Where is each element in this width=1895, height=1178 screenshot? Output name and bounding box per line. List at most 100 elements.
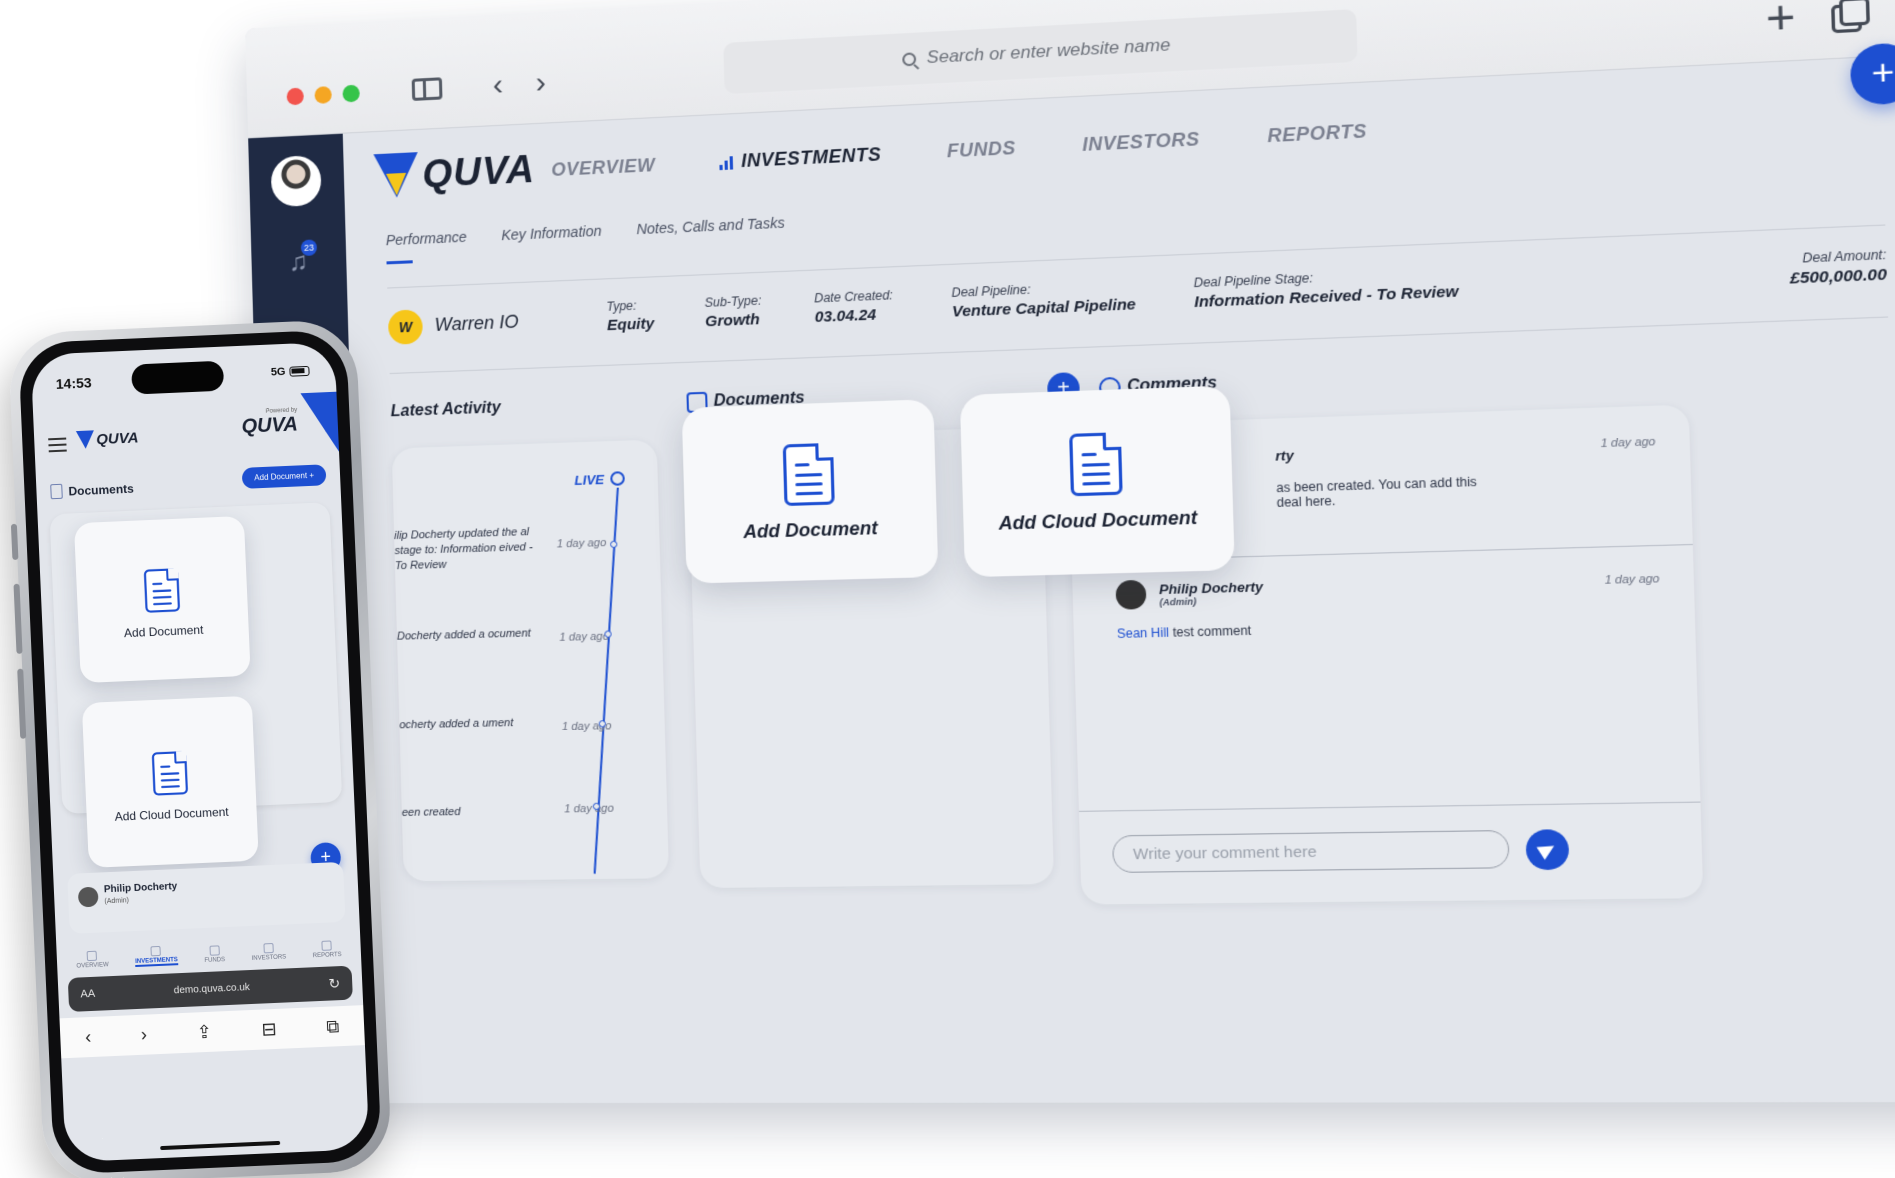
phone-documents-label: Documents — [68, 481, 134, 498]
safari-toolbar: ‹ › ⇪ ⊟ ⧉ — [59, 1005, 364, 1058]
activity-item: Docherty added a ocument 1 day ago — [397, 624, 631, 630]
deal-subtype-value: Growth — [705, 311, 762, 331]
phone: 14:53 5G QUVA Powered by QUVA Documents … — [8, 319, 393, 1178]
deal-pipeline-value: Venture Capital Pipeline — [952, 296, 1136, 321]
phone-tab-funds[interactable]: FUNDS — [204, 945, 225, 964]
nav-investors[interactable]: INVESTORS — [1082, 129, 1200, 157]
nav-investments-label: INVESTMENTS — [741, 144, 882, 172]
nav-overview[interactable]: OVERVIEW — [551, 155, 655, 181]
back-icon[interactable]: ‹ — [85, 1027, 92, 1048]
tab-key-information[interactable]: Key Information — [501, 223, 602, 244]
deal-amount-label: Deal Amount: — [1789, 247, 1886, 266]
nav-investments[interactable]: INVESTMENTS — [719, 144, 882, 173]
send-icon[interactable] — [1525, 829, 1569, 870]
comment-time: 1 day ago — [1600, 436, 1655, 451]
phone-tab-investments[interactable]: INVESTMENTS — [135, 945, 179, 967]
live-indicator — [610, 471, 625, 486]
network-label: 5G — [271, 366, 286, 379]
deal-amount: Deal Amount: £500,000.00 — [1789, 247, 1887, 288]
add-document-tile[interactable]: Add Document — [682, 399, 939, 584]
activity-text: ilip Docherty updated the al stage to: I… — [394, 524, 547, 574]
logo-mark — [373, 152, 419, 200]
phone-tab-investors[interactable]: INVESTORS — [251, 942, 286, 961]
tab-performance[interactable]: Performance — [386, 229, 467, 249]
comment-author-block: Philip Docherty (Admin) — [1159, 578, 1264, 607]
comment-mention[interactable]: Sean Hill — [1117, 625, 1169, 641]
phone-logo-text: QUVA — [96, 429, 139, 448]
phone-add-document-tile[interactable]: Add Document — [74, 516, 251, 683]
document-icon — [783, 442, 835, 505]
tabs-icon[interactable]: ⧉ — [326, 1016, 340, 1038]
text-size-button[interactable]: AA — [80, 988, 95, 1001]
phone-add-cloud-document-tile[interactable]: Add Cloud Document — [82, 696, 259, 868]
hamburger-icon[interactable] — [48, 438, 67, 457]
phone-url-bar[interactable]: AA demo.quva.co.uk ↻ — [68, 966, 353, 1012]
comment-author: rty — [1275, 447, 1294, 463]
funds-icon — [209, 945, 219, 955]
avatar — [78, 887, 99, 908]
phone-tab-label: OVERVIEW — [76, 962, 108, 969]
phone-add-document-button[interactable]: Add Document + — [242, 464, 327, 489]
deal-type: Type: Equity — [606, 298, 654, 335]
avatar[interactable] — [271, 155, 322, 207]
top-nav: OVERVIEW INVESTMENTS FUNDS INVESTORS REP… — [551, 121, 1367, 182]
deal-subtype: Sub-Type: Growth — [704, 293, 762, 330]
share-icon[interactable]: ⇪ — [196, 1021, 212, 1043]
tabs-icon[interactable] — [1826, 0, 1874, 38]
logo[interactable]: QUVA — [373, 146, 535, 200]
address-bar[interactable]: Search or enter website name — [723, 9, 1357, 94]
maximize-window-button[interactable] — [342, 85, 359, 103]
comment-body: as been created. You can add this deal h… — [1276, 474, 1499, 510]
address-placeholder: Search or enter website name — [926, 35, 1170, 69]
phone-tab-reports[interactable]: REPORTS — [312, 940, 342, 959]
brand-corner — [300, 392, 339, 454]
phone-logo[interactable]: QUVA — [76, 428, 139, 449]
document-icon — [144, 568, 180, 613]
phone-tile-label: Add Document — [124, 623, 204, 640]
back-icon[interactable]: ‹ — [477, 64, 519, 107]
battery-icon — [289, 366, 309, 377]
reload-icon[interactable]: ↻ — [328, 975, 340, 992]
add-document-label: Add Document — [743, 517, 878, 542]
timeline-dot — [604, 630, 611, 637]
phone-tab-label: INVESTORS — [252, 954, 287, 962]
activity-time: 1 day ago — [559, 631, 609, 644]
deal-created-value: 03.04.24 — [814, 305, 893, 326]
comment-input[interactable] — [1112, 830, 1510, 873]
forward-icon[interactable]: › — [140, 1024, 147, 1045]
add-cloud-document-tile[interactable]: Add Cloud Document — [960, 385, 1235, 577]
phone-button — [13, 584, 22, 654]
timeline-dot — [610, 541, 617, 548]
forward-icon[interactable]: › — [520, 62, 562, 105]
logo-mark — [76, 430, 95, 449]
browser-window: ‹ › Search or enter website name + ♫ 23 … — [245, 0, 1895, 1103]
bar-chart-icon — [719, 155, 733, 170]
tab-notes-calls-tasks[interactable]: Notes, Calls and Tasks — [636, 214, 785, 237]
activity-item: ilip Docherty updated the al stage to: I… — [394, 522, 628, 529]
close-window-button[interactable] — [287, 88, 304, 106]
deal-created-label: Date Created: — [814, 288, 893, 306]
new-tab-icon[interactable]: + — [1757, 0, 1804, 41]
bookmarks-icon[interactable]: ⊟ — [261, 1018, 277, 1040]
phone-tab-label: FUNDS — [204, 957, 225, 964]
document-icon — [1069, 432, 1123, 496]
status-time: 14:53 — [55, 374, 91, 392]
phone-tab-label: REPORTS — [313, 952, 342, 959]
nav-funds[interactable]: FUNDS — [947, 137, 1016, 162]
phone-url: demo.quva.co.uk — [95, 978, 329, 999]
nav-reports[interactable]: REPORTS — [1267, 121, 1367, 148]
divider — [1079, 802, 1701, 812]
sidebar-icon[interactable] — [406, 68, 447, 110]
deal-stage: Deal Pipeline Stage: Information Receive… — [1193, 265, 1458, 311]
phone-tab-overview[interactable]: OVERVIEW — [76, 950, 109, 969]
document-icon — [152, 751, 188, 796]
minimize-window-button[interactable] — [314, 86, 331, 104]
sub-tabs: Performance Key Information Notes, Calls… — [386, 214, 785, 248]
powered-by-brand: QUVA — [241, 413, 298, 438]
activity-item: een created 1 day ago — [402, 802, 636, 806]
stage: ‹ › Search or enter website name + ♫ 23 … — [0, 0, 1895, 1178]
activity-text: Docherty added a ocument — [397, 626, 550, 645]
comment-time: 1 day ago — [1604, 573, 1659, 587]
phone-comment-role: (Admin) — [104, 897, 129, 905]
comment-body: Sean Hill test comment — [1117, 613, 1661, 641]
